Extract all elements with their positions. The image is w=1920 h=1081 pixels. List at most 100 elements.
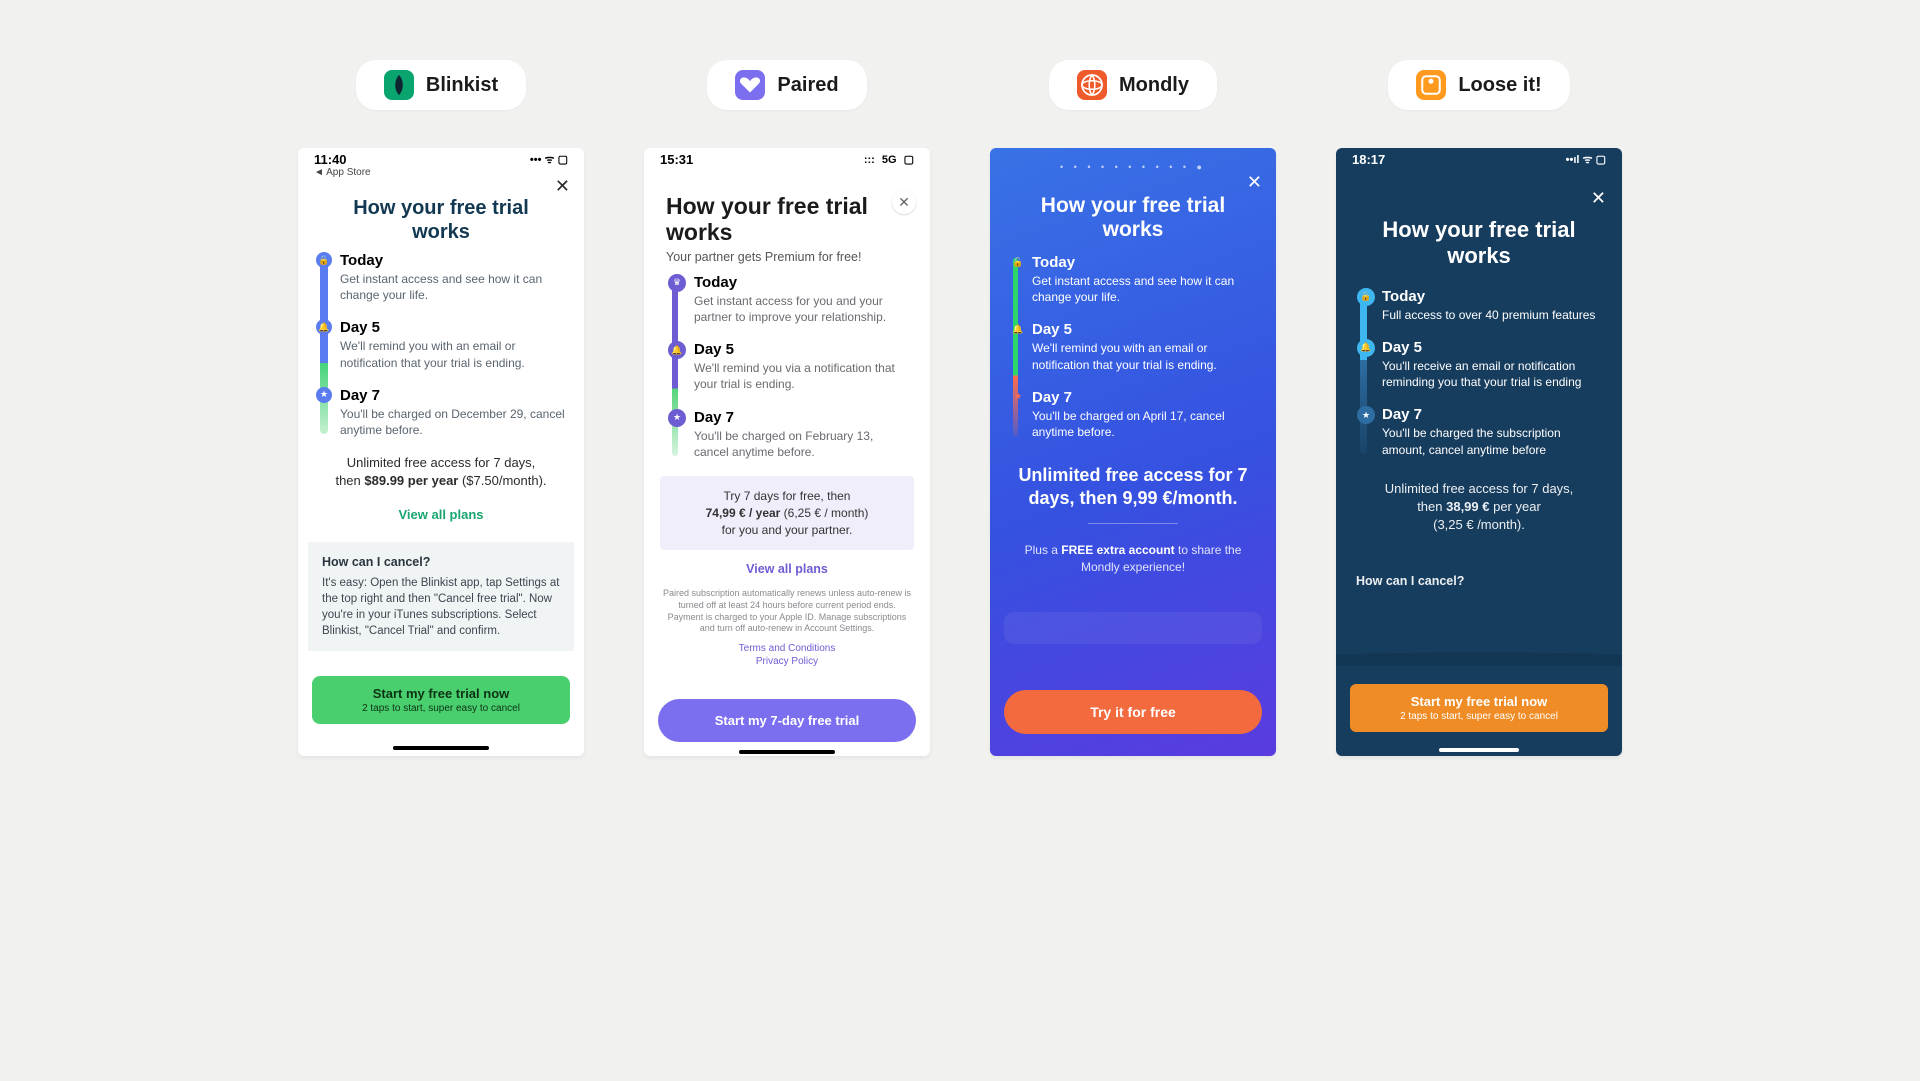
status-bar: 11:40 ••• ᯤ ▢ bbox=[298, 148, 584, 167]
cta-label: Start my free trial now bbox=[373, 686, 510, 701]
step-day7: ★ Day 7 You'll be charged on February 13… bbox=[694, 409, 908, 460]
status-time: 15:31 bbox=[660, 152, 693, 167]
mondly-screen: • • • • • • • • • • ● ✕ How your free tr… bbox=[990, 148, 1276, 756]
cancel-heading: How can I cancel? bbox=[1356, 574, 1602, 588]
step-desc: You'll be charged on February 13, cancel… bbox=[694, 428, 908, 460]
pricing-box: Try 7 days for free, then 74,99 € / year… bbox=[660, 476, 914, 550]
looseit-name: Loose it! bbox=[1458, 74, 1541, 97]
view-plans-link[interactable]: View all plans bbox=[298, 507, 584, 522]
looseit-label: Loose it! bbox=[1388, 60, 1569, 110]
timeline: 🔒 Today Full access to over 40 premium f… bbox=[1356, 288, 1602, 458]
looseit-app-icon bbox=[1416, 70, 1446, 100]
sub-headline: Your partner gets Premium for free! bbox=[666, 250, 908, 264]
looseit-column: Loose it! 18:17 ••ıl ᯤ ▢ ✕ How your free… bbox=[1336, 60, 1622, 756]
pricing-text: Unlimited free access for 7 days, then 3… bbox=[1364, 480, 1594, 535]
pricing-bold: $89.99 per year bbox=[364, 473, 458, 488]
bell-icon: 🔔 bbox=[316, 319, 332, 335]
step-title: Today bbox=[1032, 254, 1256, 271]
step-title: Today bbox=[1382, 288, 1602, 305]
close-icon[interactable]: ✕ bbox=[1591, 188, 1606, 209]
view-plans-link[interactable]: View all plans bbox=[644, 562, 930, 576]
bell-icon: 🔔 bbox=[1010, 321, 1026, 337]
star-icon: ★ bbox=[668, 409, 686, 427]
try-free-button[interactable]: Try it for free bbox=[1004, 690, 1262, 734]
start-trial-button[interactable]: Start my free trial now 2 taps to start,… bbox=[1350, 684, 1608, 732]
crown-icon: ♛ bbox=[668, 274, 686, 292]
cta-sublabel: 2 taps to start, super easy to cancel bbox=[1358, 711, 1600, 722]
privacy-link[interactable]: Privacy Policy bbox=[644, 656, 930, 667]
blinkist-screen: 11:40 ••• ᯤ ▢ ◄ App Store ✕ How your fre… bbox=[298, 148, 584, 756]
paired-screen: 15:31 ::: 5G ▢ ✕ How your free trial wor… bbox=[644, 148, 930, 756]
status-bar: 15:31 ::: 5G ▢ bbox=[644, 148, 930, 167]
blinkist-app-icon bbox=[384, 70, 414, 100]
timeline-bar bbox=[320, 256, 328, 434]
blinkist-name: Blinkist bbox=[426, 74, 498, 97]
timeline: 🔒 Today Get instant access and see how i… bbox=[316, 252, 566, 438]
step-title: Day 7 bbox=[694, 409, 908, 426]
close-icon[interactable]: ✕ bbox=[555, 176, 570, 197]
step-desc: You'll be charged the subscription amoun… bbox=[1382, 425, 1602, 457]
cancel-text: It's easy: Open the Blinkist app, tap Se… bbox=[322, 577, 559, 637]
cta-sublabel: 2 taps to start, super easy to cancel bbox=[320, 703, 562, 714]
status-indicators: ••• ᯤ ▢ bbox=[530, 152, 568, 167]
wave-decoration bbox=[1336, 636, 1622, 666]
mondly-label: Mondly bbox=[1049, 60, 1217, 110]
close-icon[interactable]: ✕ bbox=[892, 190, 916, 214]
step-day5: 🔔 Day 5 We'll remind you with an email o… bbox=[340, 319, 566, 370]
step-title: Day 5 bbox=[340, 319, 566, 336]
close-icon[interactable]: ✕ bbox=[1247, 172, 1262, 193]
pricing-line1: Unlimited free access for 7 days, bbox=[347, 455, 536, 470]
home-indicator bbox=[1439, 748, 1519, 752]
step-title: Day 5 bbox=[1032, 321, 1256, 338]
looseit-screen: 18:17 ••ıl ᯤ ▢ ✕ How your free trial wor… bbox=[1336, 148, 1622, 756]
pricing-line3: (3,25 € /month). bbox=[1433, 517, 1525, 532]
bell-icon: 🔔 bbox=[1357, 339, 1375, 357]
step-desc: We'll remind you with an email or notifi… bbox=[340, 338, 566, 370]
headline: How your free trial works bbox=[1364, 217, 1594, 270]
headline: How your free trial works bbox=[322, 196, 560, 244]
pricing-text: Unlimited free access for 7 days, then 9… bbox=[1010, 464, 1256, 509]
unlock-icon: 🔓 bbox=[1010, 254, 1026, 270]
mondly-app-icon bbox=[1077, 70, 1107, 100]
paired-column: Paired 15:31 ::: 5G ▢ ✕ How your free tr… bbox=[644, 60, 930, 756]
mondly-name: Mondly bbox=[1119, 74, 1189, 97]
step-day5: 🔔 Day 5 We'll remind you with an email o… bbox=[1032, 321, 1256, 372]
legal-links: Terms and Conditions Privacy Policy bbox=[644, 643, 930, 667]
step-title: Today bbox=[340, 252, 566, 269]
start-trial-button[interactable]: Start my 7-day free trial bbox=[658, 699, 916, 742]
status-indicators: ••ıl ᯤ ▢ bbox=[1566, 152, 1606, 167]
start-trial-button[interactable]: Start my free trial now 2 taps to start,… bbox=[312, 676, 570, 724]
cancel-heading: How can I cancel? bbox=[322, 554, 560, 572]
step-day7: ★ Day 7 You'll be charged on April 17, c… bbox=[1032, 389, 1256, 440]
pricing-post: per year bbox=[1489, 499, 1540, 514]
lock-icon: 🔒 bbox=[1357, 288, 1375, 306]
headline: How your free trial works bbox=[666, 193, 908, 246]
step-title: Day 7 bbox=[340, 387, 566, 404]
headline: How your free trial works bbox=[1010, 194, 1256, 242]
step-desc: You'll be charged on December 29, cancel… bbox=[340, 406, 566, 438]
box-line3: for you and your partner. bbox=[722, 523, 853, 537]
step-today: 🔓 Today Get instant access and see how i… bbox=[1032, 254, 1256, 305]
step-desc: We'll remind you via a notification that… bbox=[694, 360, 908, 392]
back-app-store[interactable]: ◄ App Store bbox=[298, 167, 584, 178]
mondly-column: Mondly • • • • • • • • • • ● ✕ How your … bbox=[990, 60, 1276, 756]
step-today: ♛ Today Get instant access for you and y… bbox=[694, 274, 908, 325]
fine-print: Paired subscription automatically renews… bbox=[662, 588, 912, 635]
step-desc: Get instant access for you and your part… bbox=[694, 293, 908, 325]
step-day7: ★ Day 7 You'll be charged the subscripti… bbox=[1382, 406, 1602, 457]
terms-link[interactable]: Terms and Conditions bbox=[644, 643, 930, 654]
pricing-pre: then bbox=[1417, 499, 1446, 514]
paired-app-icon bbox=[735, 70, 765, 100]
blinkist-column: Blinkist 11:40 ••• ᯤ ▢ ◄ App Store ✕ How… bbox=[298, 60, 584, 756]
divider bbox=[1088, 523, 1178, 524]
step-day5: 🔔 Day 5 We'll remind you via a notificat… bbox=[694, 341, 908, 392]
step-desc: Full access to over 40 premium features bbox=[1382, 307, 1602, 323]
star-icon: ★ bbox=[316, 387, 332, 403]
step-title: Day 7 bbox=[1032, 389, 1256, 406]
timeline-bar bbox=[672, 278, 678, 456]
cancel-info-box: How can I cancel? It's easy: Open the Bl… bbox=[308, 542, 574, 652]
box-line1: Try 7 days for free, then bbox=[724, 489, 851, 503]
status-time: 18:17 bbox=[1352, 152, 1385, 167]
status-time: 11:40 bbox=[314, 152, 347, 167]
lock-icon: 🔒 bbox=[316, 252, 332, 268]
